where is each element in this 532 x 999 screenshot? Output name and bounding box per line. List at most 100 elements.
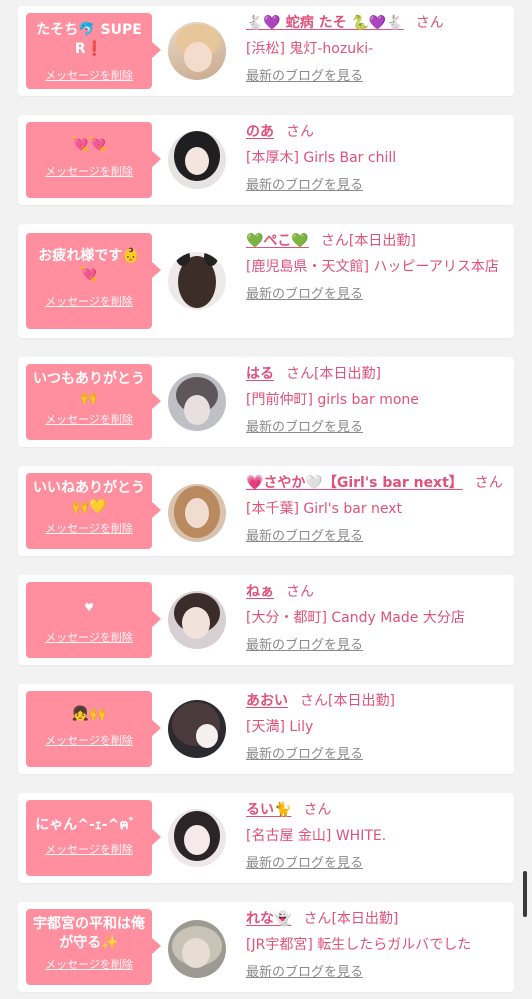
name-line: 💗さやか🤍【Girl's bar next】 さん bbox=[246, 474, 506, 493]
latest-blog-link[interactable]: 最新のブログを見る bbox=[246, 177, 363, 194]
avatar[interactable] bbox=[168, 131, 226, 189]
honorific: さん bbox=[300, 693, 328, 709]
list-item: にゃん^-ｪ-^ฅ゛ メッセージを削除 るい🐈 さん [名古屋 金山] WHITE… bbox=[18, 793, 514, 883]
cast-info: れな👻 さん[本日出勤] [JR宇都宮] 転生したらガルバでした 最新のブログを見… bbox=[246, 910, 506, 981]
list-item: たそち🐬 SUPER❗ メッセージを削除 🐇💜 蛇病 たそ 🐍💜🐇 さん [浜松]… bbox=[18, 6, 514, 96]
delete-message-link[interactable]: メッセージを削除 bbox=[45, 522, 133, 536]
cast-info: 💗さやか🤍【Girl's bar next】 さん [本千葉] Girl's ba… bbox=[246, 474, 506, 545]
cast-name-link[interactable]: 💗さやか🤍【Girl's bar next】 bbox=[246, 475, 463, 491]
avatar[interactable] bbox=[168, 920, 226, 978]
avatar[interactable] bbox=[168, 591, 226, 649]
avatar[interactable] bbox=[168, 22, 226, 80]
message-bubble: いつもありがとう🙌 メッセージを削除 bbox=[26, 364, 161, 440]
cast-name-link[interactable]: はる bbox=[246, 366, 274, 382]
avatar[interactable] bbox=[168, 252, 226, 310]
name-line: のあ さん bbox=[246, 123, 506, 142]
message-bubble: お疲れ様です👶 💘 メッセージを削除 bbox=[26, 233, 161, 329]
list-item: いいねありがとう🙌💛 メッセージを削除 💗さやか🤍【Girl's bar nex… bbox=[18, 466, 514, 556]
attendance-status: [本日出勤] bbox=[348, 233, 416, 249]
latest-blog-link[interactable]: 最新のブログを見る bbox=[246, 528, 363, 545]
cast-name-link[interactable]: のあ bbox=[246, 124, 274, 140]
avatar[interactable] bbox=[168, 484, 226, 542]
cast-info: はる さん[本日出勤] [門前仲町] girls bar mone 最新のブログを… bbox=[246, 365, 506, 436]
cast-name-link[interactable]: あおい bbox=[246, 693, 288, 709]
latest-blog-link[interactable]: 最新のブログを見る bbox=[246, 964, 363, 981]
honorific: さん bbox=[286, 584, 314, 600]
name-line: ねぁ さん bbox=[246, 583, 506, 602]
honorific: さん bbox=[286, 366, 314, 382]
list-item: 💘💘 メッセージを削除 のあ さん [本厚木] Girls Bar chill 最… bbox=[18, 115, 514, 205]
delete-message-link[interactable]: メッセージを削除 bbox=[45, 631, 133, 645]
message-bubble: にゃん^-ｪ-^ฅ゛ メッセージを削除 bbox=[26, 800, 161, 876]
message-bubble: たそち🐬 SUPER❗ メッセージを削除 bbox=[26, 13, 161, 89]
cast-info: あおい さん[本日出勤] [天満] Lily 最新のブログを見る bbox=[246, 692, 506, 763]
cast-info: のあ さん [本厚木] Girls Bar chill 最新のブログを見る bbox=[246, 123, 506, 194]
name-line: れな👻 さん[本日出勤] bbox=[246, 910, 506, 929]
list-item: 宇都宮の平和は俺が守る✨ メッセージを削除 れな👻 さん[本日出勤] [JR宇都宮… bbox=[18, 902, 514, 992]
shop-name: [天満] Lily bbox=[246, 719, 314, 735]
list-item: いつもありがとう🙌 メッセージを削除 はる さん[本日出勤] [門前仲町] gir… bbox=[18, 357, 514, 447]
shop-name: [JR宇都宮] 転生したらガルバでした bbox=[246, 937, 472, 953]
honorific: さん bbox=[320, 233, 349, 249]
message-text: 👧🙌 bbox=[71, 706, 107, 722]
scrollbar[interactable] bbox=[523, 871, 527, 917]
cast-info: 💚ぺこ💚 さん[本日出勤] [鹿児島県・天文館] ハッピーアリス本店 最新のブログ… bbox=[246, 232, 506, 303]
cast-name-link[interactable]: 💚ぺこ💚 bbox=[246, 233, 309, 249]
message-bubble: ♥ メッセージを削除 bbox=[26, 582, 161, 658]
message-text: にゃん^-ｪ-^ฅ゛ bbox=[35, 817, 143, 833]
honorific: さん bbox=[303, 802, 332, 818]
latest-blog-link[interactable]: 最新のブログを見る bbox=[246, 286, 363, 303]
message-text: お疲れ様です👶 💘 bbox=[38, 248, 140, 283]
delete-message-link[interactable]: メッセージを削除 bbox=[45, 843, 133, 857]
shop-name: [大分・都町] Candy Made 大分店 bbox=[246, 610, 465, 626]
list-item: 👧🙌 メッセージを削除 あおい さん[本日出勤] [天満] Lily 最新のブログ… bbox=[18, 684, 514, 774]
attendance-status: [本日出勤] bbox=[331, 911, 399, 927]
shop-name: [名古屋 金山] WHITE. bbox=[246, 828, 387, 844]
shop-name: [本千葉] Girl's bar next bbox=[246, 501, 403, 517]
attendance-status: [本日出勤] bbox=[314, 366, 381, 382]
latest-blog-link[interactable]: 最新のブログを見る bbox=[246, 855, 363, 872]
latest-blog-link[interactable]: 最新のブログを見る bbox=[246, 419, 363, 436]
message-bubble: いいねありがとう🙌💛 メッセージを削除 bbox=[26, 473, 161, 549]
avatar[interactable] bbox=[168, 700, 226, 758]
delete-message-link[interactable]: メッセージを削除 bbox=[45, 165, 133, 179]
latest-blog-link[interactable]: 最新のブログを見る bbox=[246, 68, 363, 85]
latest-blog-link[interactable]: 最新のブログを見る bbox=[246, 637, 363, 654]
message-list: たそち🐬 SUPER❗ メッセージを削除 🐇💜 蛇病 たそ 🐍💜🐇 さん [浜松]… bbox=[0, 0, 532, 999]
cast-name-link[interactable]: れな👻 bbox=[246, 911, 291, 927]
latest-blog-link[interactable]: 最新のブログを見る bbox=[246, 746, 363, 763]
honorific: さん bbox=[415, 15, 444, 31]
delete-message-link[interactable]: メッセージを削除 bbox=[45, 413, 133, 427]
shop-name: [門前仲町] girls bar mone bbox=[246, 392, 419, 408]
avatar[interactable] bbox=[168, 809, 226, 867]
cast-name-link[interactable]: 🐇💜 蛇病 たそ 🐍💜🐇 bbox=[246, 15, 404, 31]
message-text: 宇都宮の平和は俺が守る✨ bbox=[33, 916, 145, 951]
name-line: 🐇💜 蛇病 たそ 🐍💜🐇 さん bbox=[246, 14, 506, 33]
message-bubble: 👧🙌 メッセージを削除 bbox=[26, 691, 161, 767]
message-text: ♥ bbox=[84, 601, 94, 614]
message-bubble: 宇都宮の平和は俺が守る✨ メッセージを削除 bbox=[26, 909, 161, 985]
honorific: さん bbox=[303, 911, 332, 927]
message-text: いつもありがとう🙌 bbox=[33, 371, 145, 406]
cast-info: るい🐈 さん [名古屋 金山] WHITE. 最新のブログを見る bbox=[246, 801, 506, 872]
honorific: さん bbox=[286, 124, 314, 140]
shop-name: [本厚木] Girls Bar chill bbox=[246, 150, 397, 166]
avatar[interactable] bbox=[168, 373, 226, 431]
message-text: たそち🐬 SUPER❗ bbox=[36, 22, 142, 57]
message-text: 💘💘 bbox=[71, 137, 107, 153]
attendance-status: [本日出勤] bbox=[328, 693, 395, 709]
name-line: あおい さん[本日出勤] bbox=[246, 692, 506, 711]
shop-name: [浜松] 鬼灯-hozuki- bbox=[246, 41, 374, 57]
delete-message-link[interactable]: メッセージを削除 bbox=[45, 69, 133, 83]
delete-message-link[interactable]: メッセージを削除 bbox=[45, 734, 133, 748]
honorific: さん bbox=[474, 475, 503, 491]
delete-message-link[interactable]: メッセージを削除 bbox=[45, 958, 133, 972]
cast-info: ねぁ さん [大分・都町] Candy Made 大分店 最新のブログを見る bbox=[246, 583, 506, 654]
name-line: るい🐈 さん bbox=[246, 801, 506, 820]
delete-message-link[interactable]: メッセージを削除 bbox=[45, 295, 133, 309]
cast-name-link[interactable]: るい🐈 bbox=[246, 802, 291, 818]
cast-name-link[interactable]: ねぁ bbox=[246, 584, 274, 600]
list-item: お疲れ様です👶 💘 メッセージを削除 💚ぺこ💚 さん[本日出勤] [鹿児島県・天文… bbox=[18, 224, 514, 338]
shop-name: [鹿児島県・天文館] ハッピーアリス本店 bbox=[246, 259, 499, 275]
cast-info: 🐇💜 蛇病 たそ 🐍💜🐇 さん [浜松] 鬼灯-hozuki- 最新のブログを見る bbox=[246, 14, 506, 85]
